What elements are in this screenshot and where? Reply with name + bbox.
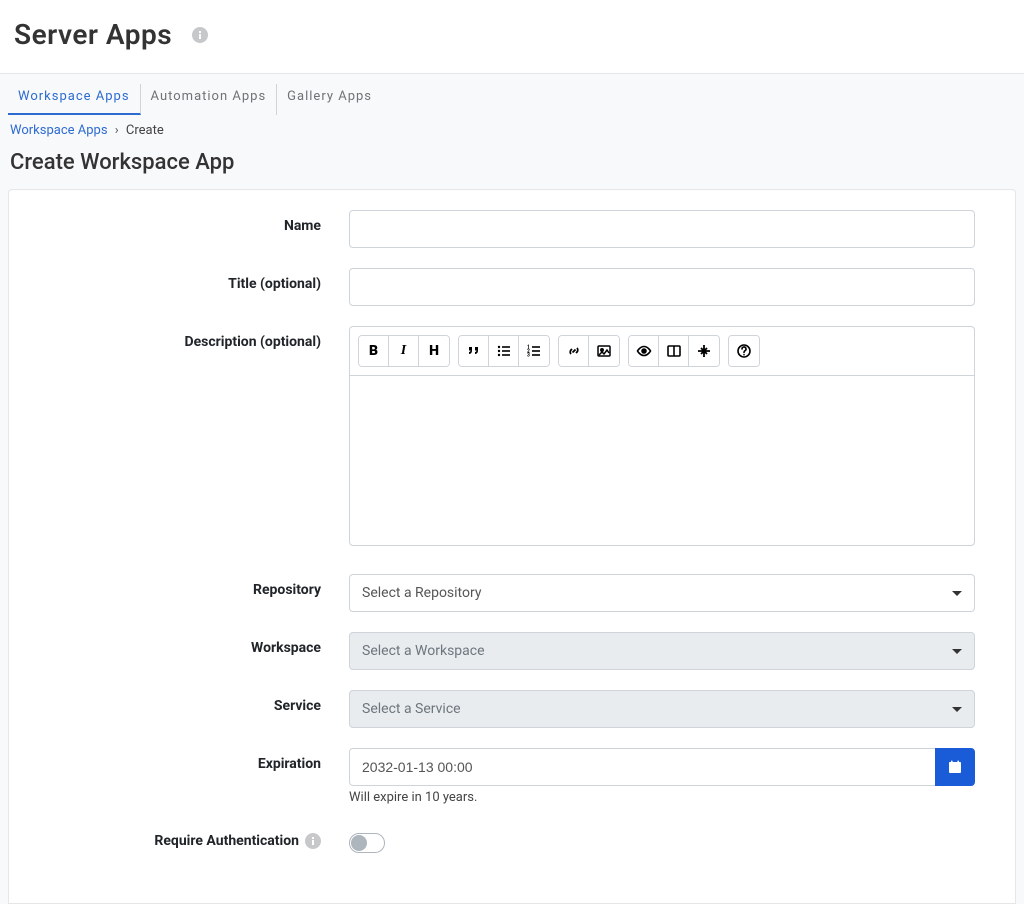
label-service: Service: [49, 690, 349, 714]
link-button[interactable]: [559, 336, 589, 366]
input-name[interactable]: [349, 210, 975, 248]
page-body: Workspace Apps Automation Apps Gallery A…: [0, 73, 1024, 904]
row-require-auth: Require Authentication: [49, 825, 975, 853]
select-repository[interactable]: Select a Repository: [349, 574, 975, 612]
caret-down-icon: [952, 649, 962, 654]
breadcrumb-root[interactable]: Workspace Apps: [10, 123, 108, 138]
label-repository: Repository: [49, 574, 349, 598]
description-input[interactable]: [350, 375, 974, 545]
form-card: Name Title (optional) Description (optio…: [8, 189, 1016, 904]
image-button[interactable]: [589, 336, 619, 366]
rich-text-editor: B I H 12: [349, 326, 975, 546]
label-name: Name: [49, 210, 349, 234]
italic-button[interactable]: I: [389, 336, 419, 366]
ordered-list-button[interactable]: 123: [519, 336, 549, 366]
select-workspace[interactable]: Select a Workspace: [349, 632, 975, 670]
row-service: Service Select a Service: [49, 690, 975, 728]
tab-gallery-apps[interactable]: Gallery Apps: [277, 84, 382, 115]
row-workspace: Workspace Select a Workspace: [49, 632, 975, 670]
rte-group-help: [728, 335, 760, 367]
preview-button[interactable]: [629, 336, 659, 366]
rte-group-view: [628, 335, 720, 367]
select-service[interactable]: Select a Service: [349, 690, 975, 728]
row-expiration: Expiration Will expire in 10 years.: [49, 748, 975, 805]
toggle-knob: [351, 835, 367, 851]
chevron-right-icon: ›: [115, 123, 119, 138]
calendar-button[interactable]: [935, 748, 975, 786]
caret-down-icon: [952, 591, 962, 596]
breadcrumb: Workspace Apps › Create: [0, 115, 1024, 142]
info-icon[interactable]: [305, 833, 321, 849]
fullscreen-button[interactable]: [689, 336, 719, 366]
label-require-auth: Require Authentication: [49, 825, 349, 849]
tab-automation-apps[interactable]: Automation Apps: [141, 84, 278, 115]
label-description: Description (optional): [49, 326, 349, 350]
expiration-input-group: [349, 748, 975, 786]
tab-bar: Workspace Apps Automation Apps Gallery A…: [0, 74, 1024, 115]
row-title: Title (optional): [49, 268, 975, 306]
info-icon[interactable]: [192, 27, 208, 43]
select-workspace-value: Select a Workspace: [362, 643, 485, 659]
toggle-require-auth[interactable]: [349, 833, 385, 853]
label-expiration: Expiration: [49, 748, 349, 772]
label-workspace: Workspace: [49, 632, 349, 656]
quote-button[interactable]: [459, 336, 489, 366]
rte-group-text: B I H: [358, 335, 450, 367]
row-repository: Repository Select a Repository: [49, 574, 975, 612]
label-title: Title (optional): [49, 268, 349, 292]
caret-down-icon: [952, 707, 962, 712]
side-by-side-button[interactable]: [659, 336, 689, 366]
input-expiration[interactable]: [349, 748, 935, 786]
svg-text:3: 3: [527, 353, 530, 359]
breadcrumb-current: Create: [126, 123, 164, 138]
input-title[interactable]: [349, 268, 975, 306]
help-button[interactable]: [729, 336, 759, 366]
expiration-helper: Will expire in 10 years.: [349, 790, 975, 805]
unordered-list-button[interactable]: [489, 336, 519, 366]
row-name: Name: [49, 210, 975, 248]
page-header: Server Apps: [0, 0, 1024, 73]
page-title: Server Apps: [14, 18, 172, 51]
rte-group-block: 123: [458, 335, 550, 367]
select-service-value: Select a Service: [362, 701, 461, 717]
bold-button[interactable]: B: [359, 336, 389, 366]
heading-button[interactable]: H: [419, 336, 449, 366]
tab-workspace-apps[interactable]: Workspace Apps: [8, 84, 141, 115]
subheading: Create Workspace App: [0, 142, 1024, 189]
select-repository-value: Select a Repository: [362, 585, 481, 601]
rte-toolbar: B I H 12: [350, 327, 974, 375]
row-description: Description (optional) B I H: [49, 326, 975, 546]
rte-group-insert: [558, 335, 620, 367]
